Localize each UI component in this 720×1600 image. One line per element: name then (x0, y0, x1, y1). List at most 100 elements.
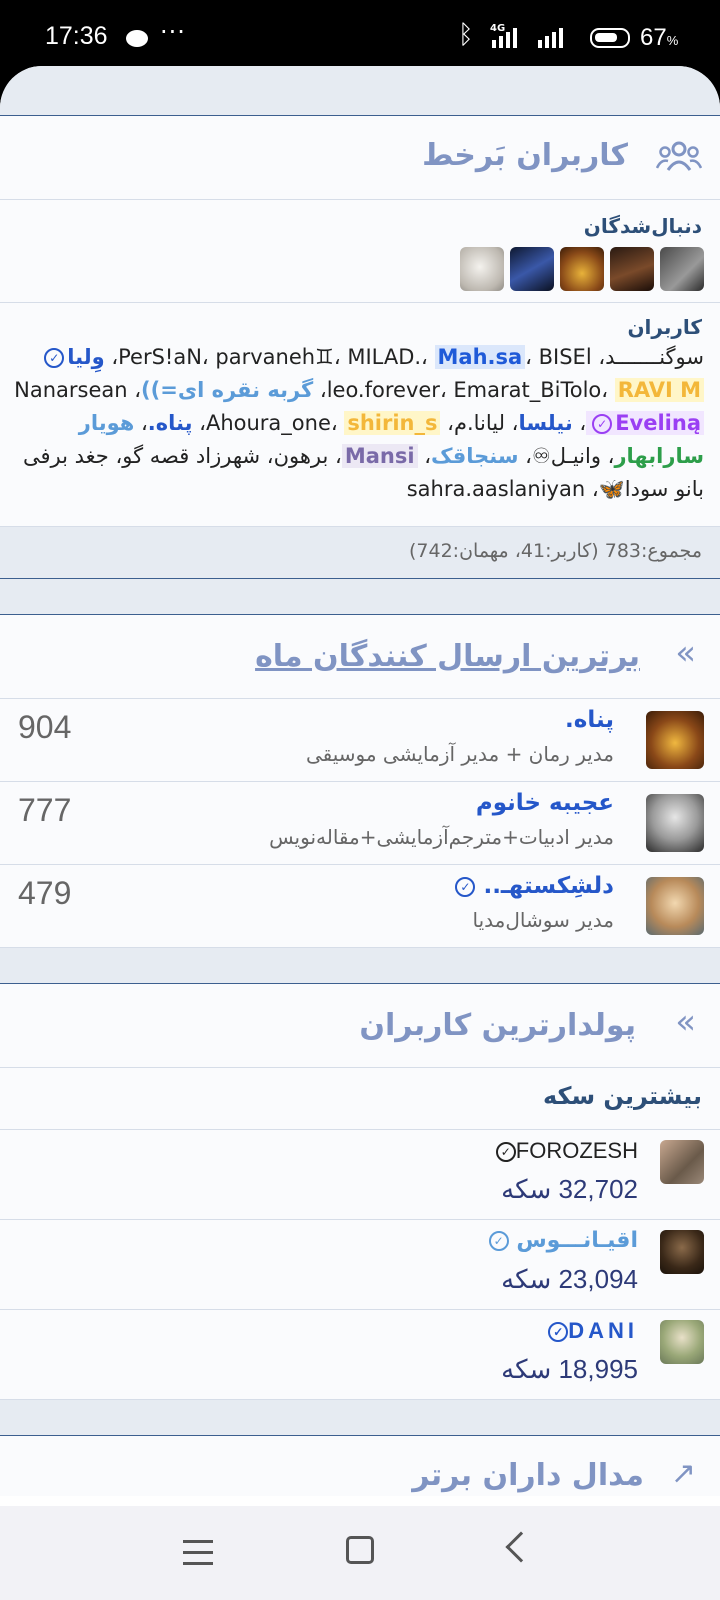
poster-role: مدیر رمان + مدیر آزمایشی موسیقی (305, 742, 614, 766)
rich-user-row[interactable]: اقیـانـــوس ✓ 23,094 سکه (0, 1220, 720, 1310)
online-user-name: MILAD. (347, 345, 422, 369)
online-user-link[interactable]: Nanarsean (14, 378, 127, 402)
online-user-link[interactable]: پناه. (148, 411, 193, 435)
online-user-link[interactable]: سارابهار (614, 444, 704, 468)
online-user-name: نیلسا (518, 411, 573, 435)
online-user-link[interactable]: Mansi (341, 444, 418, 468)
menu-icon[interactable] (183, 1540, 213, 1573)
online-users-line: Eveliną✓، نیلسا، لیانا.م، Ahoura_one، sh… (16, 407, 704, 440)
online-user-name: parvaneh♊ (215, 345, 334, 369)
richest-title[interactable]: پولدارترین کاربران (359, 1008, 636, 1043)
medals-title[interactable]: مدال داران برتر (412, 1458, 644, 1493)
separator: ، (108, 444, 123, 468)
online-user-link[interactable]: sahra.aaslaniyan (407, 477, 585, 501)
online-user-link[interactable]: هویار (79, 411, 135, 435)
online-user-link[interactable]: نیلسا (518, 411, 572, 435)
double-chevron-icon[interactable]: « (675, 633, 696, 673)
online-user-name: Mah.sa (437, 345, 523, 369)
online-user-name: Ahoura_one (205, 411, 331, 435)
avatar[interactable] (646, 711, 704, 769)
separator: ، (600, 444, 615, 468)
online-user-link[interactable]: Emarat_BiTolo (453, 378, 601, 402)
separator: ، (104, 345, 119, 369)
rich-user-name[interactable]: DANI✓ (548, 1318, 638, 1344)
avatar[interactable] (560, 247, 604, 291)
online-user-link[interactable]: سنجاقک (431, 444, 519, 468)
poster-name[interactable]: عجیبه خانوم (476, 790, 614, 816)
online-user-name: PerS!aN (118, 345, 202, 369)
online-user-link[interactable]: جغد برفی (23, 444, 109, 468)
poster-name[interactable]: دلشِکستهـ.. ✓ (455, 873, 614, 899)
avatar[interactable] (646, 794, 704, 852)
online-user-link[interactable]: وِلیا✓ (41, 345, 105, 369)
online-user-name: پناه. (147, 411, 193, 435)
rich-user-row[interactable]: DANI✓ 18,995 سکه (0, 1310, 720, 1400)
rich-user-coins: 23,094 سکه (501, 1264, 638, 1294)
signal-icon (492, 26, 524, 48)
online-user-name: هویار (78, 411, 135, 435)
poster-row[interactable]: پناه. مدیر رمان + مدیر آزمایشی موسیقی 90… (0, 699, 720, 782)
poster-row[interactable]: عجیبه خانوم مدیر ادبیات+مترجم‌آزمایشی+مق… (0, 782, 720, 865)
online-user-name: Mansi (344, 444, 415, 468)
avatar[interactable] (660, 1140, 704, 1184)
more-notifications-icon: ··· (160, 18, 186, 46)
home-icon[interactable] (346, 1536, 374, 1564)
verified-icon: ✓ (548, 1322, 569, 1343)
online-user-name: شهرزاد قصه گو (122, 444, 261, 468)
online-user-link[interactable]: سوگنـــــــد (605, 345, 704, 369)
separator: ، (601, 378, 615, 402)
avatar[interactable] (646, 877, 704, 935)
online-user-link[interactable]: MILAD. (347, 345, 421, 369)
online-user-link[interactable]: لیانا.م (454, 411, 505, 435)
online-user-link[interactable]: RAVI M (614, 378, 704, 402)
online-users-header: کاربران بَرخط (0, 116, 720, 200)
online-user-name: sahra.aaslaniyan (406, 477, 586, 501)
online-user-link[interactable]: shirin_s (344, 411, 441, 435)
rich-user-name[interactable]: FOROZESH✓ (493, 1138, 638, 1164)
online-user-link[interactable]: Eveliną✓ (586, 411, 704, 435)
verified-icon: ✓ (44, 348, 65, 368)
avatar[interactable] (610, 247, 654, 291)
back-icon[interactable] (505, 1531, 537, 1563)
bluetooth-icon: ᛒ (458, 20, 474, 50)
online-user-link[interactable]: شهرزاد قصه گو (122, 444, 260, 468)
separator: ، (313, 378, 327, 402)
trending-icon: ↗ (670, 1456, 696, 1491)
avatar[interactable] (660, 1320, 704, 1364)
poster-name[interactable]: پناه. (565, 707, 614, 733)
online-user-link[interactable]: Ahoura_one (206, 411, 331, 435)
section-spacer (0, 948, 720, 984)
verified-icon: ✓ (455, 876, 476, 897)
avatar[interactable] (460, 247, 504, 291)
online-user-link[interactable]: وانیـل♾ (532, 444, 601, 468)
section-spacer (0, 1400, 720, 1436)
online-user-name: Emarat_BiTolo (453, 378, 602, 402)
rich-user-row[interactable]: FOROZESH✓ 32,702 سکه (0, 1130, 720, 1220)
online-user-link[interactable]: گربه نقره ای=)) (141, 378, 313, 402)
online-user-link[interactable]: Mah.sa (434, 345, 526, 369)
avatar[interactable] (510, 247, 554, 291)
avatar[interactable] (660, 1230, 704, 1274)
double-chevron-icon[interactable]: « (675, 1002, 696, 1042)
online-user-link[interactable]: بانو سودا🦋 (599, 477, 704, 501)
poster-row[interactable]: دلشِکستهـ.. ✓ مدیر سوشال‌مدیا 479 (0, 865, 720, 948)
online-user-link[interactable]: parvaneh♊ (215, 345, 334, 369)
online-user-name: برهون (273, 444, 329, 468)
separator: ، (127, 378, 142, 402)
top-posters-title[interactable]: برترین ارسال کنندگان ماه (255, 639, 640, 674)
separator: ، (333, 345, 348, 369)
online-user-name: shirin_s (347, 411, 438, 435)
online-users-line: بانو سودا🦋، sahra.aaslaniyan (16, 473, 704, 506)
online-total: مجموع:783 (کاربر:41، مهمان:742) (0, 527, 720, 579)
online-user-link[interactable]: BISEl (539, 345, 592, 369)
online-user-link[interactable]: برهون (274, 444, 329, 468)
online-users-block: کاربران بَرخط دنبال‌شدگان کاربران سوگنــ… (0, 116, 720, 527)
online-user-link[interactable]: PerS!aN (118, 345, 202, 369)
rich-user-name[interactable]: اقیـانـــوس ✓ (488, 1228, 638, 1253)
avatar[interactable] (660, 247, 704, 291)
poster-count: 479 (18, 875, 72, 911)
online-user-name: Nanarsean (14, 378, 128, 402)
online-user-name: وِلیا (67, 345, 105, 369)
online-users-title: کاربران بَرخط (422, 138, 628, 173)
online-user-link[interactable]: leo.forever (327, 378, 440, 402)
